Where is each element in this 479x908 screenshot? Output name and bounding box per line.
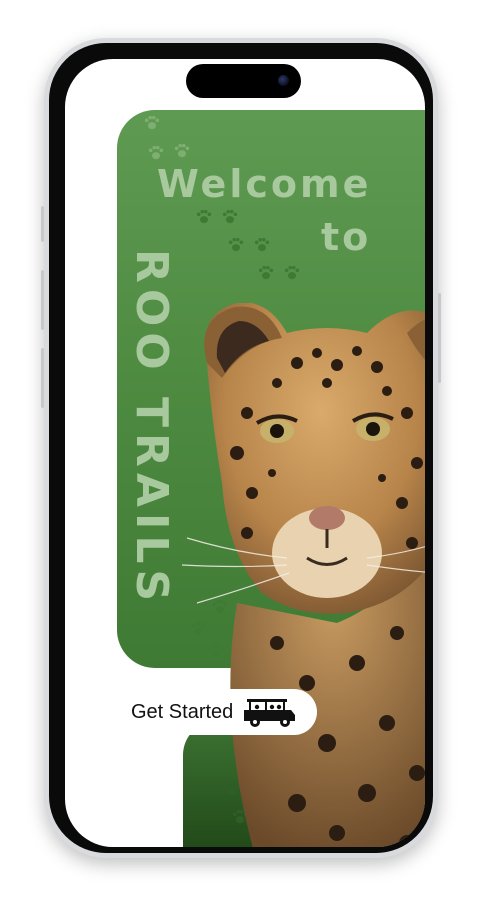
paw-print-icon	[283, 265, 301, 281]
volume-down-button	[41, 348, 44, 408]
action-button	[41, 206, 44, 242]
volume-up-button	[41, 270, 44, 330]
get-started-button[interactable]: Get Started	[121, 689, 317, 735]
app-title: ROO TRAILS	[126, 249, 177, 608]
phone-bezel: Welcome to ROO TRAILS Get Started	[49, 43, 433, 853]
phone-frame: Welcome to ROO TRAILS Get Started	[41, 38, 441, 858]
to-heading: to	[321, 215, 372, 259]
power-button	[438, 293, 441, 383]
get-started-label: Get Started	[131, 700, 234, 723]
paw-print-icon	[147, 145, 165, 161]
paw-print-icon	[143, 115, 161, 131]
paw-print-icon	[221, 209, 239, 225]
app-screen: Welcome to ROO TRAILS Get Started	[65, 59, 425, 847]
safari-jeep-icon	[241, 695, 297, 729]
app-title-vertical: ROO TRAILS	[126, 249, 179, 669]
paw-print-icon	[173, 143, 191, 159]
paw-print-icon	[227, 237, 245, 253]
dynamic-island	[186, 64, 301, 98]
paw-print-icon	[195, 209, 213, 225]
camera-icon	[278, 75, 289, 86]
paw-print-icon	[253, 237, 271, 253]
leopard-illustration	[177, 302, 425, 847]
paw-print-icon	[257, 265, 275, 281]
welcome-heading: Welcome	[157, 162, 372, 206]
